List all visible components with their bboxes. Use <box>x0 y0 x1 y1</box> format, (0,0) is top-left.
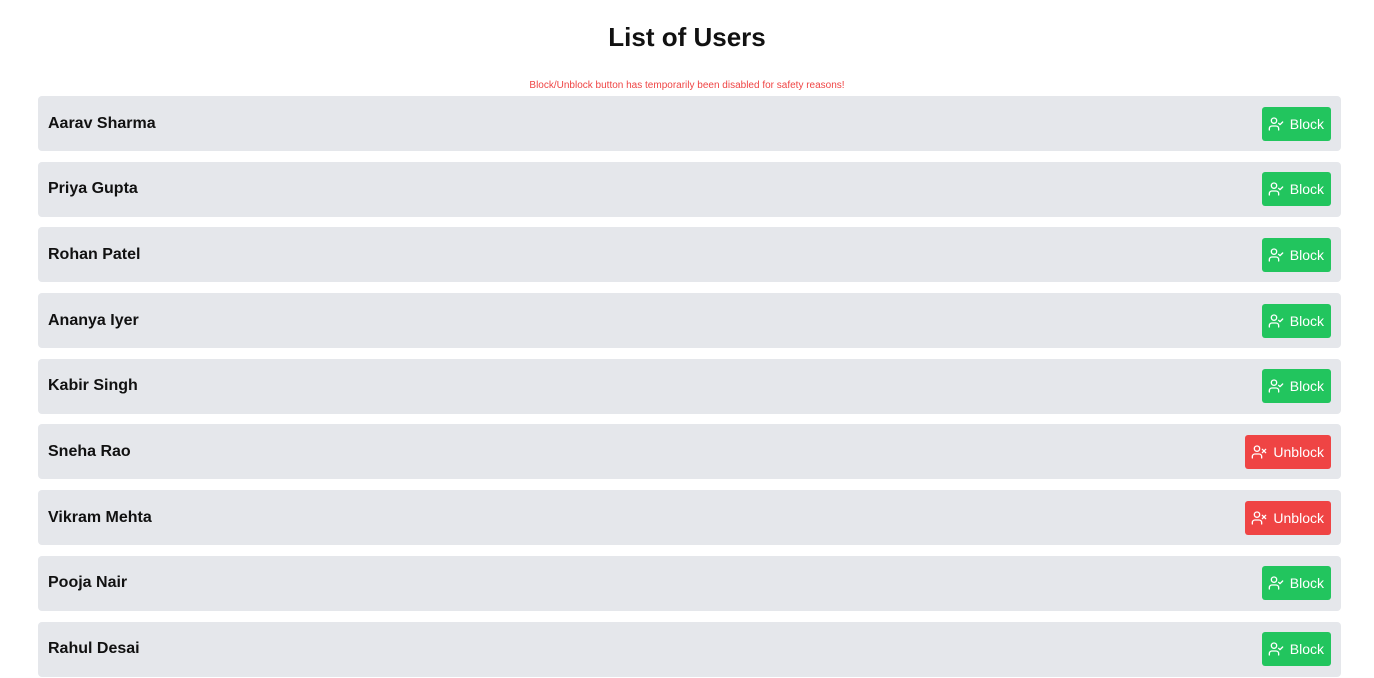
button-label: Block <box>1289 115 1324 132</box>
user-name: Rohan Patel <box>48 245 141 263</box>
block-button[interactable]: Block <box>1261 237 1331 272</box>
user-row: Priya Gupta Block <box>38 161 1341 217</box>
page-title: List of Users <box>608 22 766 52</box>
user-row: Ananya Iyer Block <box>38 293 1341 349</box>
users-page: List of Users Block/Unblock button has t… <box>0 0 1374 678</box>
button-label: Block <box>1289 246 1324 263</box>
block-button[interactable]: Block <box>1261 566 1331 601</box>
button-label: Block <box>1289 641 1324 657</box>
user-check-icon <box>1268 313 1284 329</box>
disabled-notice: Block/Unblock button has temporarily bee… <box>529 80 845 91</box>
button-label: Unblock <box>1273 509 1324 526</box>
button-label: Block <box>1289 312 1324 329</box>
block-button[interactable]: Block <box>1261 172 1331 207</box>
user-list: Aarav Sharma Block Priya Gupta Block Roh… <box>38 96 1341 678</box>
user-check-icon <box>1268 247 1284 263</box>
user-x-icon <box>1251 444 1267 460</box>
block-button[interactable]: Block <box>1261 106 1331 141</box>
user-check-icon <box>1268 641 1284 657</box>
user-row: Rohan Patel Block <box>38 227 1341 283</box>
user-check-icon <box>1268 378 1284 394</box>
user-x-icon <box>1251 510 1267 526</box>
user-name: Vikram Mehta <box>48 508 152 526</box>
user-row: Aarav Sharma Block <box>38 96 1341 151</box>
unblock-button[interactable]: Unblock <box>1245 500 1331 535</box>
user-name: Ananya Iyer <box>48 311 139 329</box>
user-name: Sneha Rao <box>48 442 131 460</box>
user-name: Aarav Sharma <box>48 114 156 132</box>
user-row: Vikram Mehta Unblock <box>38 490 1341 546</box>
user-check-icon <box>1268 116 1284 132</box>
button-label: Block <box>1289 378 1324 395</box>
user-row: Rahul Desai Block <box>38 621 1341 677</box>
user-check-icon <box>1268 575 1284 591</box>
user-row: Pooja Nair Block <box>38 555 1341 611</box>
block-button[interactable]: Block <box>1261 369 1331 404</box>
block-button[interactable]: Block <box>1261 632 1331 666</box>
button-label: Block <box>1289 575 1324 592</box>
button-label: Unblock <box>1273 443 1324 460</box>
user-row: Sneha Rao Unblock <box>38 424 1341 480</box>
block-button[interactable]: Block <box>1261 303 1331 338</box>
user-name: Rahul Desai <box>48 640 140 657</box>
user-name: Pooja Nair <box>48 574 128 592</box>
user-row: Kabir Singh Block <box>38 358 1341 414</box>
user-name: Priya Gupta <box>48 180 138 198</box>
button-label: Block <box>1289 181 1324 198</box>
user-name: Kabir Singh <box>48 377 138 395</box>
user-check-icon <box>1268 181 1284 197</box>
unblock-button[interactable]: Unblock <box>1245 434 1331 469</box>
